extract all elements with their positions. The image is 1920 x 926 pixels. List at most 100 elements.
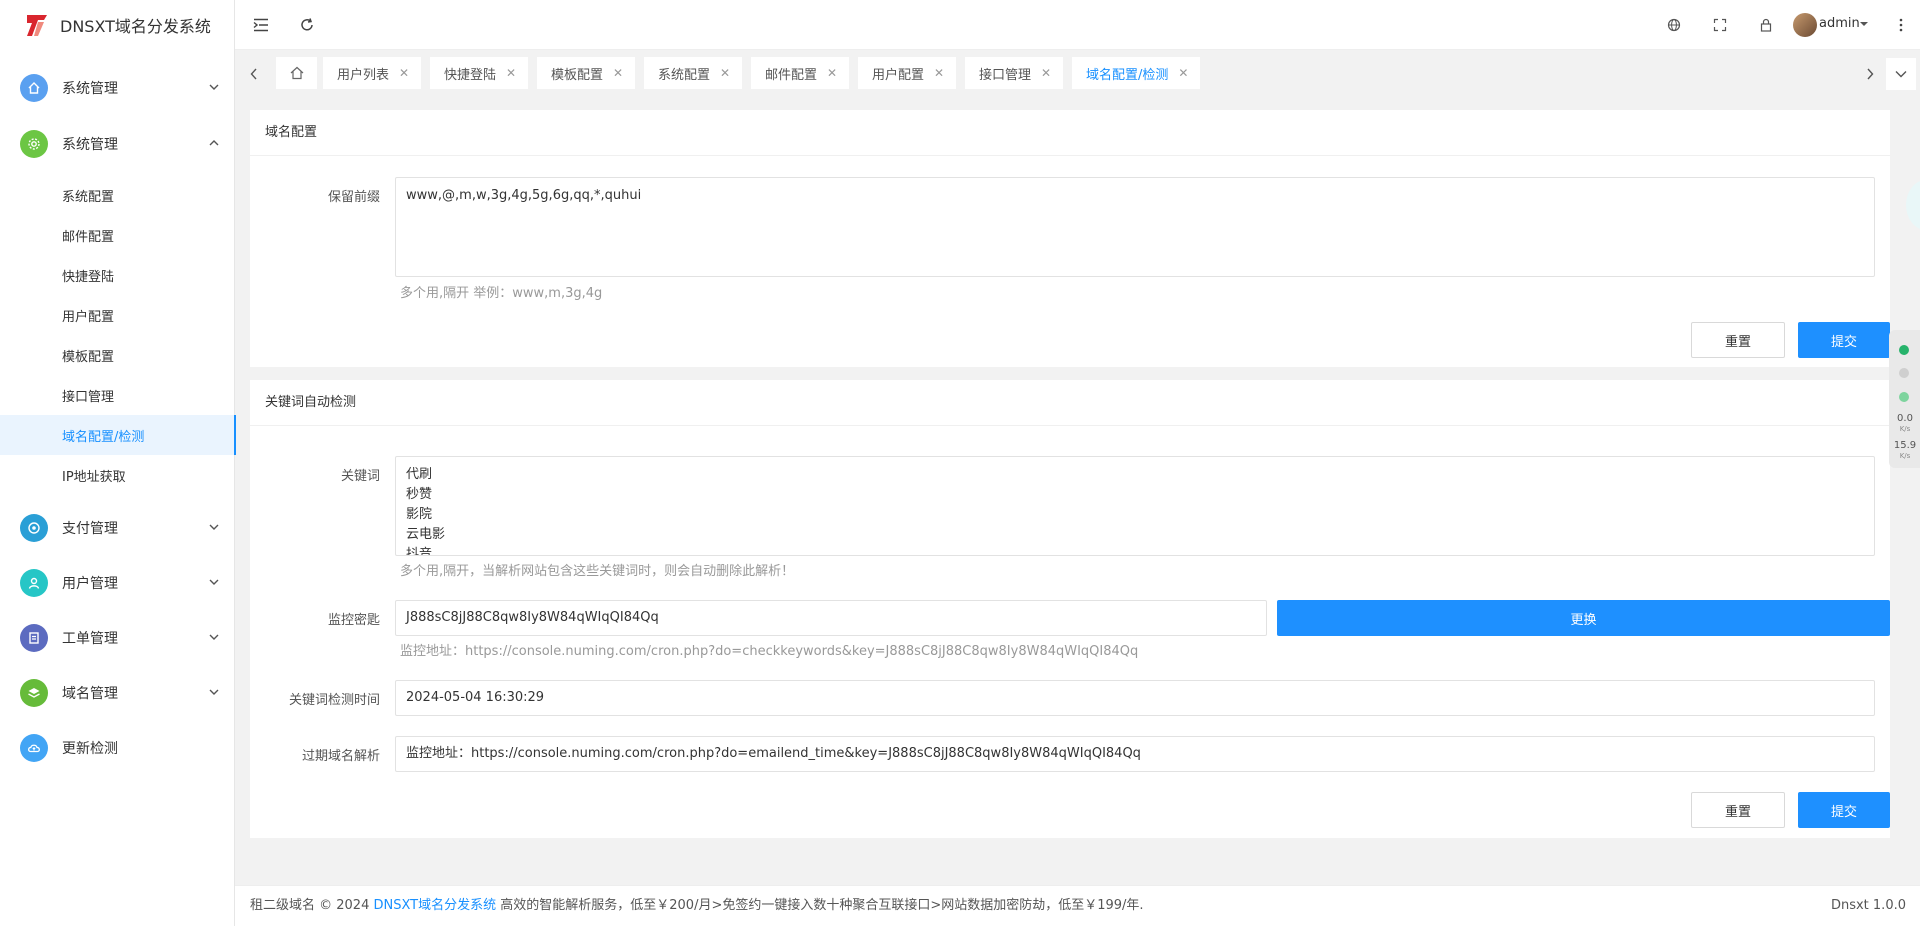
lock-icon[interactable] [1754,13,1778,37]
chevron-down-icon [209,689,219,695]
card-title: 域名配置 [250,110,1890,156]
check-time-input[interactable]: 2024-05-04 16:30:29 [395,680,1875,716]
user-name[interactable]: admin [1819,16,1860,31]
menu-label: 系统管理 [62,136,118,153]
close-icon[interactable]: ✕ [506,66,516,80]
keyword-line: 代刷 [406,467,433,482]
menu-group-tickets[interactable]: 工单管理 [0,610,235,665]
more-vertical-icon[interactable] [1889,13,1913,37]
tab-api-manage[interactable]: 接口管理 ✕ [965,57,1064,89]
sidebar-item-user-config[interactable]: 用户配置 [0,295,235,335]
keyword-line: 影院 [406,507,433,522]
tab-user-config[interactable]: 用户配置 ✕ [858,57,957,89]
collapse-menu-icon[interactable] [249,13,273,37]
menu-label: 用户管理 [62,575,118,592]
download-speed-unit: K/s [1899,425,1911,433]
menu-label: 域名管理 [62,685,118,702]
check-time-label: 关键词检测时间 [288,693,380,708]
sidebar-item-template-config[interactable]: 模板配置 [0,335,235,375]
keywords-textarea[interactable]: 代刷 秒赞 影院 云电影 抖音 [395,456,1875,556]
tab-label: 用户配置 [872,67,925,83]
reset-button[interactable]: 重置 [1691,322,1785,358]
menu-group-system-1[interactable]: 系统管理 [0,60,235,115]
close-icon[interactable]: ✕ [399,66,409,80]
tab-system-config[interactable]: 系统配置 ✕ [644,57,743,89]
refresh-icon[interactable] [295,13,319,37]
keywords-label: 关键词 [340,469,380,484]
user-icon [20,568,48,597]
top-header: admin [235,0,1920,50]
chevron-up-icon [209,140,219,146]
brand-title: DNSXT域名分发系统 [60,17,211,36]
footer: 租二级域名 © 2024 DNSXT域名分发系统 高效的智能解析服务，低至￥20… [235,885,1920,926]
tab-mail-config[interactable]: 邮件配置 ✕ [751,57,850,89]
tab-label: 邮件配置 [765,67,818,83]
tab-template-config[interactable]: 模板配置 ✕ [537,57,636,89]
layers-icon [20,678,48,707]
chevron-down-icon [209,634,219,640]
replace-key-button[interactable]: 更换 [1277,600,1890,636]
tab-quick-login[interactable]: 快捷登陆 ✕ [430,57,529,89]
tabs-dropdown-icon[interactable] [1886,58,1916,90]
tab-user-list[interactable]: 用户列表 ✕ [323,57,422,89]
status-dot-icon [1899,392,1909,402]
upload-speed-unit: K/s [1899,452,1911,460]
chevron-down-icon [209,84,219,90]
caret-down-icon[interactable] [1859,20,1869,28]
keyword-line: 抖音 [406,547,433,556]
submit-button[interactable]: 提交 [1798,792,1890,828]
avatar[interactable] [1793,13,1817,37]
floating-assist-bubble[interactable] [1906,180,1920,230]
reset-button[interactable]: 重置 [1691,792,1785,828]
close-icon[interactable]: ✕ [720,66,730,80]
net-speed-widget[interactable]: 0.0 K/s 15.9 K/s [1889,330,1920,468]
domain-config-card: 域名配置 保留前缀 www,@,m,w,3g,4g,5g,6g,qq,*,quh… [250,110,1890,367]
card-title: 关键词自动检测 [250,380,1890,426]
close-icon[interactable]: ✕ [934,66,944,80]
close-icon[interactable]: ✕ [613,66,623,80]
menu-group-payment[interactable]: 支付管理 [0,500,235,555]
keyword-check-card: 关键词自动检测 关键词 代刷 秒赞 影院 云电影 抖音 多个用,隔开，当解析网站… [250,380,1890,838]
language-icon[interactable] [1662,13,1686,37]
menu-group-system-2[interactable]: 系统管理 [0,116,235,171]
tab-label: 用户列表 [337,67,390,83]
tab-label: 系统配置 [658,67,711,83]
download-speed-value: 0.0 [1897,413,1913,424]
upload-speed: 15.9 K/s [1892,440,1918,462]
upload-speed-value: 15.9 [1893,440,1917,451]
sidebar-item-mail-config[interactable]: 邮件配置 [0,215,235,255]
tab-home[interactable] [276,57,317,89]
status-dot-icon [1899,368,1909,378]
submit-button[interactable]: 提交 [1798,322,1890,358]
prefix-textarea[interactable]: www,@,m,w,3g,4g,5g,6g,qq,*,quhui [395,177,1875,277]
menu-group-users[interactable]: 用户管理 [0,555,235,610]
prefix-hint: 多个用,隔开 举例：www,m,3g,4g [400,286,603,301]
expired-domain-input[interactable]: 监控地址：https://console.numing.com/cron.php… [395,736,1875,772]
tabs-bar: 用户列表 ✕ 快捷登陆 ✕ 模板配置 ✕ 系统配置 ✕ 邮件配置 ✕ 用户配置 ✕ 接口管理… [235,51,1920,97]
monitor-key-input[interactable]: J888sC8jJ88C8qw8Iy8W84qWIqQI84Qq [395,600,1267,636]
close-icon[interactable]: ✕ [1178,66,1188,80]
tab-label: 模板配置 [551,67,604,83]
menu-group-update[interactable]: 更新检测 [0,720,235,775]
close-icon[interactable]: ✕ [827,66,837,80]
sidebar-item-quick-login[interactable]: 快捷登陆 [0,255,235,295]
sidebar-item-system-config[interactable]: 系统配置 [0,175,235,215]
close-icon[interactable]: ✕ [1041,66,1051,80]
tabs-scroll-right-icon[interactable] [1855,58,1885,90]
download-speed: 0.0 K/s [1892,413,1918,435]
menu-label: 系统管理 [62,80,118,97]
expired-domain-label: 过期域名解析 [301,749,380,764]
tab-domain-config[interactable]: 域名配置/检测 ✕ [1072,57,1201,89]
fullscreen-icon[interactable] [1708,13,1732,37]
footer-link[interactable]: DNSXT域名分发系统 [374,898,497,913]
sidebar-item-domain-config[interactable]: 域名配置/检测 [0,415,236,455]
sidebar-item-ip-fetch[interactable]: IP地址获取 [0,455,235,495]
menu-group-domains[interactable]: 域名管理 [0,665,235,720]
cloud-update-icon [20,733,48,762]
menu-label: 工单管理 [62,630,118,647]
tab-label: 快捷登陆 [444,67,497,83]
chevron-down-icon [209,524,219,530]
tabs-scroll-left-icon[interactable] [239,58,269,90]
brand[interactable]: DNSXT域名分发系统 [0,0,234,50]
sidebar-item-api-manage[interactable]: 接口管理 [0,375,235,415]
